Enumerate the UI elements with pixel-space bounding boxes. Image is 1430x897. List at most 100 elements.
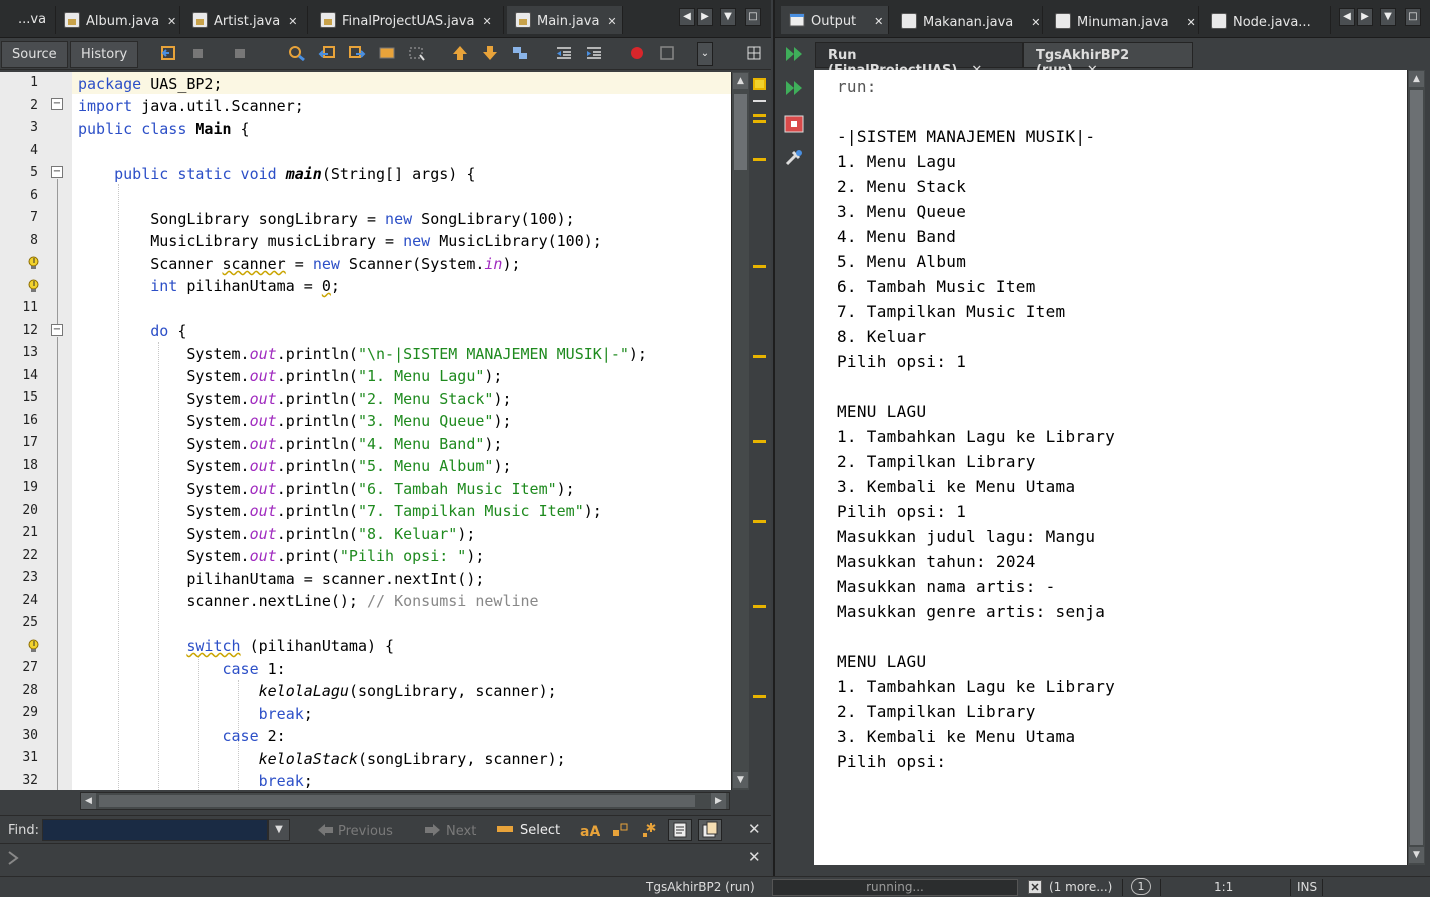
fold-toggle-icon[interactable]: − [51, 98, 63, 110]
code-line-24: scanner.nextLine(); // Konsumsi newline [78, 590, 538, 612]
scroll-tabs-left-icon[interactable]: ◀ [679, 8, 695, 26]
code-token: .print( [276, 547, 340, 565]
warning-marker[interactable] [753, 695, 766, 698]
find-next-button[interactable]: Next [424, 823, 476, 839]
tab-finalprojectuas-java[interactable]: FinalProjectUAS.java ✕ [312, 6, 504, 34]
editor-vertical-scrollbar[interactable]: ▲ ▼ [731, 72, 749, 790]
output-console[interactable]: run: -|SISTEM MANAJEMEN MUSIK|- 1. Menu … [814, 70, 1407, 865]
highlight-results-icon[interactable] [668, 819, 692, 841]
warning-marker[interactable] [753, 265, 766, 268]
tab-album-java[interactable]: Album.java ✕ [56, 6, 180, 34]
close-icon[interactable]: ✕ [607, 15, 616, 28]
find-select-button[interactable]: Select [496, 823, 560, 838]
fold-toggle-icon[interactable]: − [51, 166, 63, 178]
code-editor[interactable]: package UAS_BP2; import java.util.Scanne… [72, 72, 731, 790]
shift-line-left-icon[interactable] [555, 45, 573, 61]
close-panel-icon[interactable]: ✕ [748, 848, 761, 866]
scroll-right-icon[interactable]: ▶ [711, 793, 726, 809]
warning-marker[interactable] [753, 440, 766, 443]
running-task-label[interactable]: TgsAkhirBP2 (run) [646, 880, 755, 894]
start-macro-recording-icon[interactable] [628, 45, 646, 61]
find-input[interactable] [42, 819, 268, 841]
error-stripe[interactable] [749, 72, 771, 790]
output-vertical-scrollbar[interactable]: ▲ ▼ [1407, 70, 1425, 865]
tab-run-finalprojectuas[interactable]: Run (FinalProjectUAS)✕ [815, 42, 1023, 78]
tab-artist-java[interactable]: Artist.java ✕ [184, 6, 308, 34]
warning-marker[interactable] [753, 158, 766, 161]
close-find-bar-icon[interactable]: ✕ [748, 820, 761, 838]
warning-marker[interactable] [753, 120, 766, 123]
close-icon[interactable]: ✕ [482, 15, 491, 28]
maximize-window-icon[interactable]: □ [745, 8, 761, 26]
scroll-tabs-right-icon[interactable]: ▶ [697, 8, 713, 26]
history-button[interactable]: History [70, 41, 139, 68]
find-previous-button[interactable]: Previous [316, 823, 393, 839]
previous-bookmark-icon[interactable] [451, 45, 469, 61]
split-editor-icon[interactable] [746, 45, 764, 61]
match-case-icon[interactable]: aA [580, 822, 600, 838]
next-bookmark-icon[interactable] [481, 45, 499, 61]
find-previous-occurrence-icon[interactable] [318, 45, 336, 61]
shift-line-right-icon[interactable] [585, 45, 603, 61]
tab-list-dropdown-icon[interactable]: ▼ [1380, 8, 1396, 26]
wrap-around-icon[interactable] [698, 819, 722, 841]
expand-chevron-icon[interactable] [6, 850, 20, 866]
tab-tgsakhirbp2-run[interactable]: TgsAkhirBP2 (run)✕ [1023, 42, 1193, 78]
scroll-up-icon[interactable]: ▲ [733, 73, 748, 89]
close-icon[interactable]: ✕ [1031, 16, 1040, 29]
stop-icon[interactable] [783, 114, 805, 134]
warning-summary-icon[interactable] [753, 78, 766, 90]
toggle-bookmark-icon[interactable] [511, 45, 529, 61]
tab-main-java[interactable]: Main.java ✕ [507, 6, 623, 34]
more-tasks-label[interactable]: (1 more...) [1049, 880, 1112, 894]
close-icon[interactable]: ✕ [167, 15, 176, 28]
notifications-icon[interactable]: 1 [1131, 878, 1151, 895]
warning-bulb-icon[interactable] [27, 256, 40, 270]
scrollbar-thumb[interactable] [99, 795, 695, 807]
tab-minuman-java[interactable]: Minuman.java ✕ [1047, 6, 1199, 34]
find-history-dropdown-icon[interactable]: ▼ [268, 819, 290, 841]
tab-hidden-java[interactable]: ...va [0, 6, 56, 34]
progress-bar[interactable]: running... [772, 879, 1018, 896]
warning-marker[interactable] [753, 114, 766, 117]
last-edit-icon[interactable] [160, 45, 178, 61]
cancel-task-icon[interactable] [1028, 880, 1042, 894]
find-next-occurrence-icon[interactable] [348, 45, 366, 61]
warning-marker[interactable] [753, 520, 766, 523]
source-button[interactable]: Source [1, 41, 68, 68]
editor-horizontal-scrollbar[interactable]: ◀ ▶ [80, 792, 730, 810]
scroll-tabs-left-icon[interactable]: ◀ [1339, 8, 1355, 26]
warning-bulb-icon[interactable] [27, 279, 40, 293]
warning-marker[interactable] [753, 605, 766, 608]
scrollbar-thumb[interactable] [734, 94, 747, 170]
close-icon[interactable]: ✕ [874, 15, 883, 28]
fold-toggle-icon[interactable]: − [51, 324, 63, 336]
close-icon[interactable]: ✕ [288, 15, 297, 28]
tab-node-java[interactable]: Node.java... [1203, 6, 1331, 34]
whole-words-icon[interactable] [611, 822, 631, 838]
toggle-rectangular-selection-icon[interactable] [408, 45, 426, 61]
tab-list-dropdown-icon[interactable]: ▼ [720, 8, 736, 26]
back-icon[interactable] [190, 45, 208, 61]
settings-tools-icon[interactable] [783, 148, 805, 168]
stop-macro-recording-icon[interactable] [658, 45, 676, 61]
tab-makanan-java[interactable]: Makanan.java ✕ [893, 6, 1043, 34]
toolbar-overflow-icon[interactable]: ⌄ [697, 42, 713, 66]
find-selection-icon[interactable] [288, 45, 306, 61]
close-icon[interactable]: ✕ [1187, 16, 1196, 29]
scrollbar-thumb[interactable] [1410, 90, 1423, 845]
scroll-down-icon[interactable]: ▼ [1409, 847, 1424, 863]
maximize-window-icon[interactable]: □ [1405, 8, 1421, 26]
warning-bulb-icon[interactable] [27, 639, 40, 653]
rerun-with-parameters-icon[interactable] [783, 78, 805, 98]
toggle-highlight-icon[interactable] [378, 45, 396, 61]
warning-marker[interactable] [753, 355, 766, 358]
scroll-down-icon[interactable]: ▼ [733, 772, 748, 788]
rerun-icon[interactable] [783, 44, 805, 64]
regex-icon[interactable] [641, 822, 661, 838]
scroll-left-icon[interactable]: ◀ [81, 793, 96, 809]
tab-output[interactable]: Output ✕ [781, 6, 889, 34]
forward-icon[interactable] [232, 45, 250, 61]
scroll-up-icon[interactable]: ▲ [1409, 71, 1424, 87]
scroll-tabs-right-icon[interactable]: ▶ [1357, 8, 1373, 26]
